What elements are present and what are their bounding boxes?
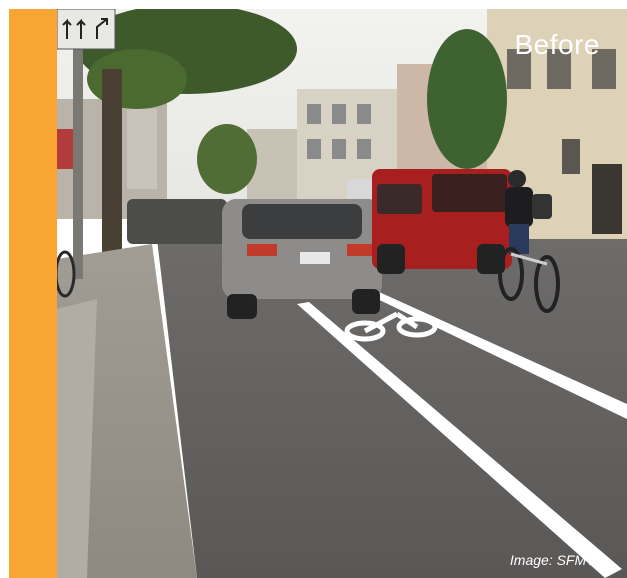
image-credit: Image: SFMTA [509, 552, 603, 568]
before-label: Before [514, 29, 600, 60]
top-border [0, 0, 627, 9]
street-photo: Before Image: SFMTA [57, 9, 627, 578]
accent-bar [9, 9, 57, 578]
street-scene [57, 9, 627, 578]
red-suv [372, 169, 512, 274]
